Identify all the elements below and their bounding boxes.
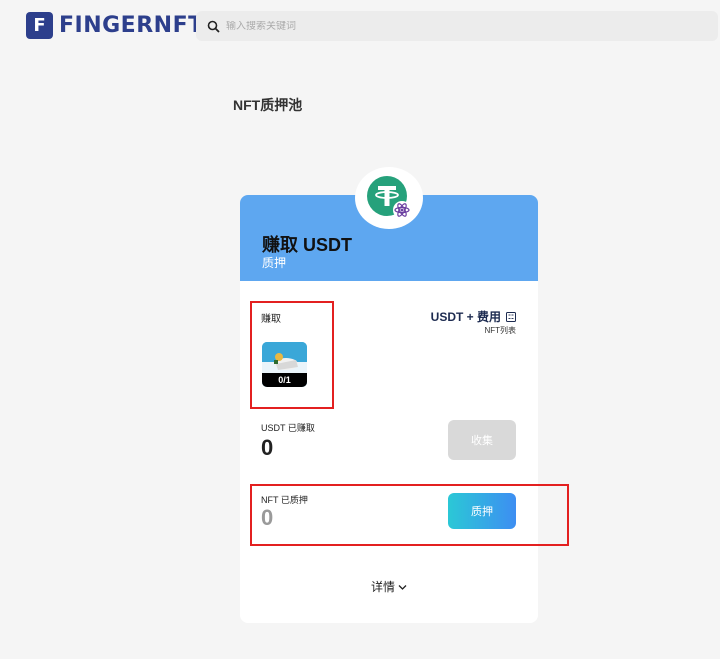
usdt-earned-value: 0 bbox=[261, 435, 274, 460]
fee-title-text: USDT + 费用 bbox=[430, 310, 501, 324]
search-bar[interactable] bbox=[196, 11, 718, 41]
tether-icon bbox=[367, 176, 411, 219]
calculator-icon[interactable] bbox=[506, 311, 516, 322]
logo-text: FINGERNFT bbox=[59, 13, 204, 38]
fingernft-logo[interactable]: F FINGERNFT bbox=[26, 12, 204, 39]
usdt-earned-label: USDT 已赚取 bbox=[261, 423, 315, 433]
token-badge bbox=[355, 167, 423, 229]
details-toggle[interactable]: 详情 bbox=[240, 578, 538, 595]
search-input[interactable] bbox=[226, 20, 706, 32]
logo-mark: F bbox=[26, 12, 53, 39]
top-header: F FINGERNFT bbox=[0, 0, 720, 52]
fee-title: USDT + 费用 bbox=[431, 308, 516, 325]
staking-pool-card: 赚取 USDT 质押 赚取 0/1 USDT + 费用 NFT列表 USDT 已… bbox=[240, 167, 538, 623]
chevron-down-icon bbox=[398, 580, 407, 594]
nft-list-label: NFT列表 bbox=[484, 326, 516, 335]
details-label: 详情 bbox=[370, 580, 395, 594]
earn-highlight-box bbox=[250, 301, 334, 409]
card-subtitle: 质押 bbox=[262, 256, 287, 270]
page-title: NFT质押池 bbox=[233, 97, 303, 113]
search-icon bbox=[202, 15, 224, 37]
collect-button[interactable]: 收集 bbox=[448, 420, 516, 460]
stake-highlight-box bbox=[250, 484, 569, 546]
